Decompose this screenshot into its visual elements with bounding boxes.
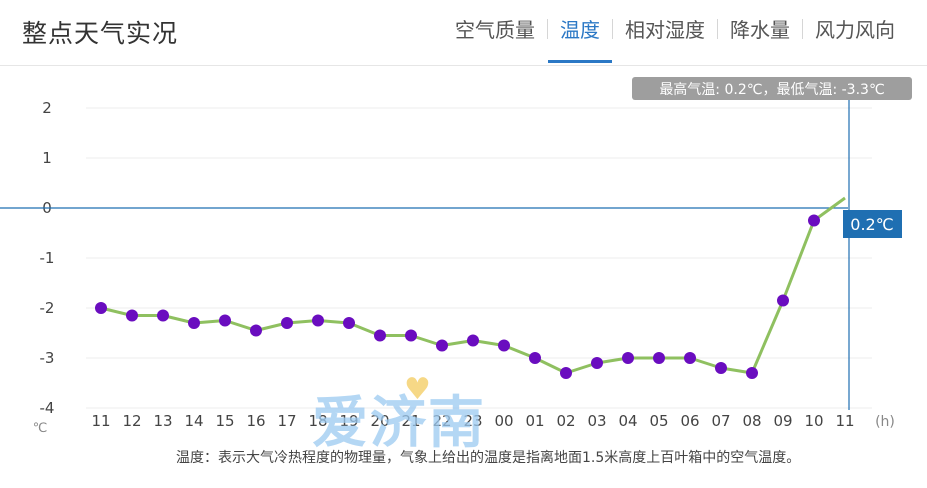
heart-icon: ♥ xyxy=(404,372,431,407)
x-tick-label: 13 xyxy=(153,412,172,430)
data-point xyxy=(157,309,169,322)
data-point xyxy=(498,339,510,352)
x-tick-label: 09 xyxy=(773,412,792,430)
data-point xyxy=(467,334,479,347)
y-axis-unit: ℃ xyxy=(33,421,48,436)
grid-lines xyxy=(86,107,872,409)
data-point xyxy=(684,352,696,364)
y-tick-label: -3 xyxy=(40,349,55,367)
x-tick-label: 16 xyxy=(246,412,265,430)
series-temperature xyxy=(95,196,846,379)
data-point xyxy=(746,367,758,379)
x-tick-label: 05 xyxy=(649,412,668,430)
x-tick-label: 15 xyxy=(215,412,234,430)
chart-note: 温度：表示大气冷热程度的物理量，气象上给出的温度是指离地面1.5米高度上百叶箱中… xyxy=(176,450,801,466)
data-point xyxy=(343,317,355,329)
x-tick-label: 14 xyxy=(184,412,203,430)
data-point xyxy=(808,214,820,227)
x-tick-label: 17 xyxy=(277,412,296,430)
data-point xyxy=(436,339,448,352)
x-tick-label: 06 xyxy=(680,412,699,430)
x-tick-label: 02 xyxy=(556,412,575,430)
x-tick-label: 11 xyxy=(91,412,110,430)
data-point xyxy=(126,309,138,322)
data-point xyxy=(219,314,231,327)
y-tick-label: 1 xyxy=(42,149,52,167)
current-value-label: 0.2℃ xyxy=(850,215,893,234)
x-tick-label: 03 xyxy=(587,412,606,430)
x-tick-label: 04 xyxy=(618,412,637,430)
y-tick-labels: 210-1-2-3-4℃ xyxy=(33,99,55,436)
data-point xyxy=(374,329,386,342)
x-axis-unit: (h) xyxy=(875,414,895,430)
data-point xyxy=(95,302,107,314)
data-point xyxy=(560,367,572,379)
x-tick-label: 01 xyxy=(525,412,544,430)
data-point xyxy=(591,357,603,369)
data-point xyxy=(529,352,541,364)
data-point xyxy=(622,352,634,364)
y-tick-label: -2 xyxy=(40,299,55,317)
x-tick-label: 08 xyxy=(742,412,761,430)
data-point xyxy=(405,329,417,342)
data-point xyxy=(250,324,262,337)
data-point xyxy=(715,362,727,374)
x-tick-label: 12 xyxy=(122,412,141,430)
y-tick-label: -4 xyxy=(40,399,55,417)
x-tick-label: 10 xyxy=(804,412,823,430)
data-point xyxy=(281,317,293,329)
series-line xyxy=(100,196,846,375)
summary-text: 最高气温: 0.2℃，最低气温: -3.3℃ xyxy=(659,81,884,98)
data-point xyxy=(653,352,665,364)
data-point xyxy=(777,294,789,307)
data-point xyxy=(188,317,200,329)
x-tick-label: 11 xyxy=(835,412,854,430)
y-tick-label: -1 xyxy=(40,249,55,267)
x-tick-label: 07 xyxy=(711,412,730,430)
x-tick-labels: 11 12 13 14 15 16 17 18 19 20 21 22 23 00 01 02 03 04 05 06… xyxy=(91,412,894,430)
data-point xyxy=(312,314,324,327)
x-tick-label: 00 xyxy=(494,412,513,430)
y-tick-label: 2 xyxy=(42,99,52,117)
